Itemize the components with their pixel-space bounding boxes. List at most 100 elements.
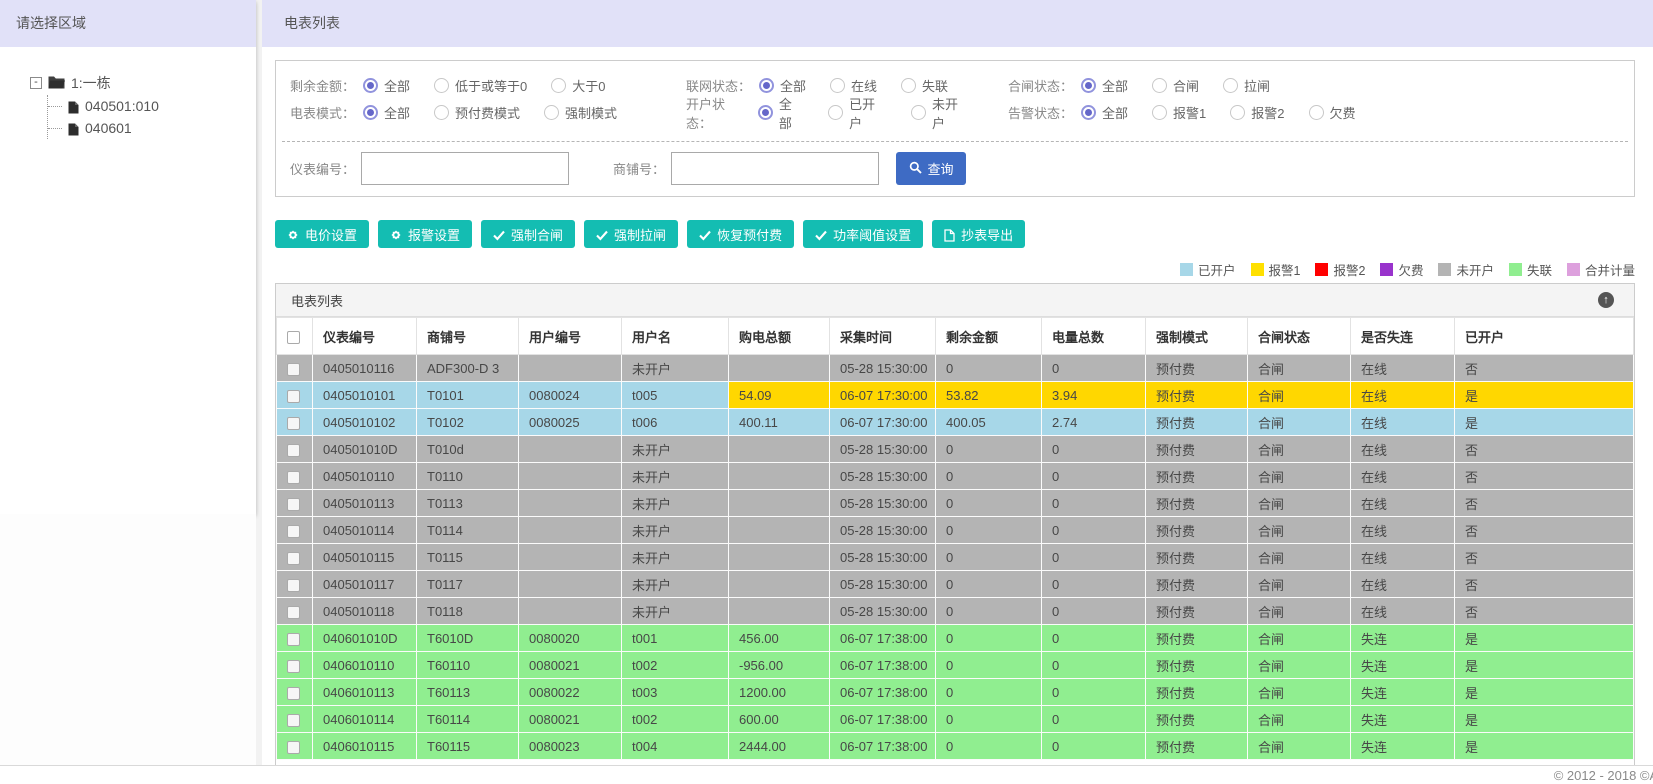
table-cell: 0 — [1041, 435, 1146, 463]
radio-option[interactable]: 全部 — [363, 103, 410, 122]
table-cell — [728, 462, 830, 490]
radio-option[interactable]: 报警1 — [1152, 103, 1206, 122]
table-cell: 0080021 — [518, 705, 622, 733]
radio-icon[interactable] — [551, 78, 567, 93]
row-checkbox[interactable] — [287, 497, 300, 511]
table-cell: 否 — [1454, 570, 1634, 598]
radio-icon[interactable] — [1152, 78, 1168, 93]
row-checkbox[interactable] — [287, 389, 300, 403]
select-all-checkbox[interactable] — [287, 330, 300, 344]
radio-icon[interactable] — [828, 105, 844, 120]
row-checkbox[interactable] — [287, 443, 300, 457]
radio-option[interactable]: 全部 — [1081, 103, 1128, 122]
radio-option[interactable]: 在线 — [830, 76, 877, 95]
column-header: 合闸状态 — [1247, 317, 1351, 355]
row-checkbox[interactable] — [287, 578, 300, 592]
table-cell: t002 — [621, 651, 729, 679]
tree-node-label[interactable]: 040501:010 — [85, 98, 159, 114]
table-row: 0405010115 T0115 未开户 05-28 15:30:00 0 0 预付费 合闸在… — [276, 543, 1634, 571]
table-cell: T0114 — [416, 516, 519, 544]
row-checkbox[interactable] — [287, 605, 300, 619]
row-checkbox[interactable] — [287, 524, 300, 538]
radio-icon[interactable] — [901, 78, 917, 93]
tree-node[interactable]: 040601 — [48, 117, 256, 139]
radio-option[interactable]: 强制模式 — [544, 103, 617, 122]
radio-selected-icon[interactable] — [757, 105, 773, 120]
radio-icon[interactable] — [434, 78, 450, 93]
filter-group-label: 合闸状态： — [1008, 79, 1074, 94]
radio-icon[interactable] — [434, 105, 450, 120]
radio-option[interactable]: 未开户 — [911, 94, 970, 132]
radio-selected-icon[interactable] — [1081, 78, 1097, 93]
radio-icon[interactable] — [1223, 78, 1239, 93]
radio-option[interactable]: 拉闸 — [1223, 76, 1270, 95]
row-checkbox[interactable] — [287, 659, 300, 673]
radio-option[interactable]: 全部 — [1081, 76, 1128, 95]
row-checkbox-cell — [276, 624, 313, 652]
table-cell — [728, 435, 830, 463]
meter-number-input[interactable] — [361, 152, 570, 185]
action-button-3[interactable]: 强制合闸 — [481, 220, 576, 248]
table-body: 0405010116 ADF300-D 3 未开户 05-28 15:30:00 0 0 预… — [276, 354, 1634, 760]
table-cell: 未开户 — [621, 597, 729, 625]
radio-icon[interactable] — [1230, 105, 1246, 120]
row-checkbox[interactable] — [287, 551, 300, 565]
radio-selected-icon[interactable] — [363, 78, 379, 93]
table-cell: 0406010110 — [312, 651, 417, 679]
action-button-4[interactable]: 强制拉闸 — [584, 220, 679, 248]
table-cell: 0 — [935, 543, 1042, 571]
tree-root-node[interactable]: - 1:一栋 — [30, 73, 256, 93]
radio-option[interactable]: 低于或等于0 — [434, 76, 527, 95]
radio-icon[interactable] — [911, 105, 927, 120]
row-checkbox[interactable] — [287, 416, 300, 430]
row-checkbox-cell — [276, 435, 313, 463]
tree-node-label[interactable]: 040601 — [85, 120, 132, 136]
table-row: 0406010110 T60110 0080021 t002 -956.00 06-07 … — [276, 651, 1634, 679]
radio-icon[interactable] — [1308, 105, 1324, 120]
row-checkbox[interactable] — [287, 713, 300, 727]
action-button-2[interactable]: 报警设置 — [378, 220, 473, 248]
tree-root-label[interactable]: 1:一栋 — [71, 73, 111, 93]
action-button-5[interactable]: 恢复预付费 — [687, 220, 795, 248]
tree-collapse-icon[interactable]: - — [30, 77, 42, 89]
radio-selected-icon[interactable] — [1081, 105, 1097, 120]
table-cell: 未开户 — [621, 570, 729, 598]
radio-icon[interactable] — [1152, 105, 1168, 120]
action-button-1[interactable]: 电价设置 — [275, 220, 370, 248]
legend-color-swatch — [1438, 263, 1452, 276]
gear-icon — [390, 227, 402, 242]
table-cell: t003 — [621, 678, 729, 706]
tree-node[interactable]: 040501:010 — [48, 95, 256, 117]
table-cell: 是 — [1454, 408, 1634, 436]
row-checkbox[interactable] — [287, 470, 300, 484]
row-checkbox[interactable] — [287, 632, 300, 646]
action-button-7[interactable]: 抄表导出 — [932, 220, 1026, 248]
search-button[interactable]: 查询 — [896, 152, 967, 185]
radio-option[interactable]: 报警2 — [1230, 103, 1285, 122]
table-cell: T0118 — [416, 597, 519, 625]
row-checkbox[interactable] — [287, 740, 300, 754]
radio-option[interactable]: 合闸 — [1152, 76, 1199, 95]
radio-option[interactable]: 已开户 — [828, 94, 887, 132]
radio-icon[interactable] — [830, 78, 846, 93]
table-cell: 未开户 — [621, 516, 729, 544]
legend-item: 合并计量 — [1566, 260, 1635, 279]
radio-selected-icon[interactable] — [759, 78, 775, 93]
action-button-6[interactable]: 功率阈值设置 — [803, 220, 924, 248]
row-checkbox[interactable] — [287, 362, 300, 376]
radio-option[interactable]: 欠费 — [1308, 103, 1356, 122]
radio-option[interactable]: 全部 — [759, 76, 806, 95]
radio-option[interactable]: 预付费模式 — [434, 103, 520, 122]
shop-number-input[interactable] — [671, 152, 880, 185]
row-checkbox-cell — [276, 543, 313, 571]
radio-option[interactable]: 大于0 — [551, 76, 606, 95]
radio-option[interactable]: 全部 — [363, 76, 410, 95]
table-cell: 05-28 15:30:00 — [829, 570, 936, 598]
collapse-up-icon[interactable]: ↑ — [1598, 292, 1614, 308]
radio-option[interactable]: 失联 — [901, 76, 948, 95]
radio-icon[interactable] — [544, 105, 560, 120]
radio-selected-icon[interactable] — [363, 105, 379, 120]
row-checkbox[interactable] — [287, 686, 300, 700]
tree-connector — [48, 105, 62, 107]
radio-option[interactable]: 全部 — [757, 94, 804, 132]
